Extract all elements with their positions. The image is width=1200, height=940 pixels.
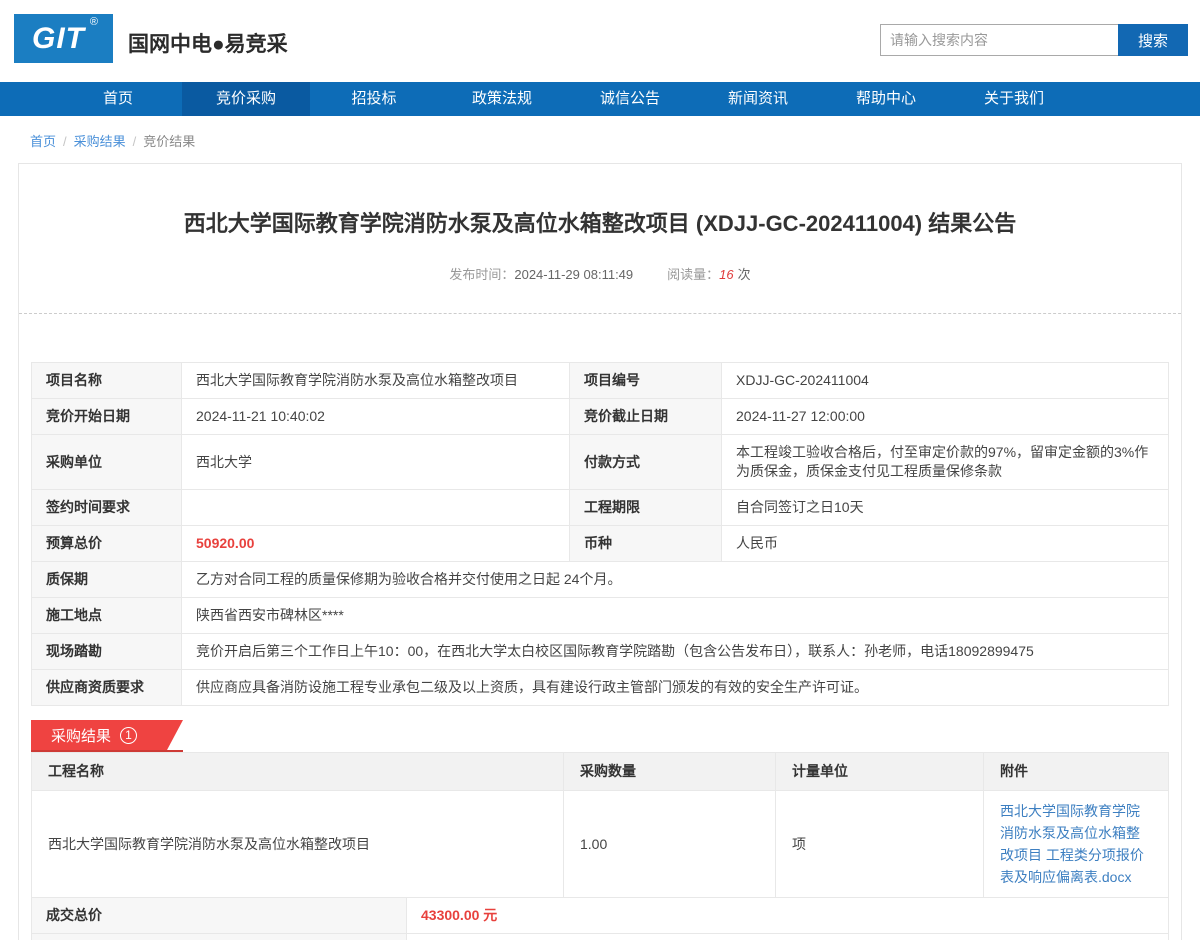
publish-time-value: 2024-11-29 08:11:49 bbox=[514, 267, 633, 282]
col-header-unit: 计量单位 bbox=[776, 753, 984, 791]
views-label: 阅读量： bbox=[667, 267, 719, 282]
table-row: 质保期 乙方对合同工程的质量保修期为验收合格并交付使用之日起 24个月。 bbox=[32, 562, 1169, 598]
row-label: 质保期 bbox=[32, 562, 182, 598]
supplier-value: 陕西基品电子科技有限公司 bbox=[407, 934, 1169, 940]
col-header-attachment: 附件 bbox=[984, 753, 1169, 791]
col-header-project-name: 工程名称 bbox=[32, 753, 564, 791]
result-quantity: 1.00 bbox=[564, 791, 776, 898]
result-badge: 采购结果 1 bbox=[31, 720, 183, 750]
nav-item-news[interactable]: 新闻资讯 bbox=[694, 82, 822, 116]
row-label: 签约时间要求 bbox=[32, 490, 182, 526]
nav-item-policy[interactable]: 政策法规 bbox=[438, 82, 566, 116]
row-label: 供应商资质要求 bbox=[32, 670, 182, 706]
row-label: 竞价截止日期 bbox=[570, 399, 722, 435]
divider bbox=[19, 313, 1181, 314]
row-label: 项目编号 bbox=[570, 363, 722, 399]
row-label: 付款方式 bbox=[570, 435, 722, 490]
result-totals-table: 成交总价 43300.00 元 成交供应商 陕西基品电子科技有限公司 bbox=[31, 897, 1169, 940]
table-header-row: 工程名称 采购数量 计量单位 附件 bbox=[32, 753, 1169, 791]
row-value: 2024-11-21 10:40:02 bbox=[182, 399, 570, 435]
breadcrumb-separator: / bbox=[63, 134, 67, 149]
row-value: 人民币 bbox=[722, 526, 1169, 562]
row-label: 币种 bbox=[570, 526, 722, 562]
breadcrumb-current: 竞价结果 bbox=[143, 134, 195, 149]
row-label: 竞价开始日期 bbox=[32, 399, 182, 435]
result-count-badge: 1 bbox=[120, 727, 137, 744]
nav-item-about[interactable]: 关于我们 bbox=[950, 82, 1078, 116]
row-label: 采购单位 bbox=[32, 435, 182, 490]
site-logo[interactable]: GIT® bbox=[14, 14, 113, 63]
nav-item-home[interactable]: 首页 bbox=[54, 82, 182, 116]
result-table-wrap: 工程名称 采购数量 计量单位 附件 西北大学国际教育学院消防水泵及高位水箱整改项… bbox=[31, 752, 1169, 940]
row-value: 西北大学国际教育学院消防水泵及高位水箱整改项目 bbox=[182, 363, 570, 399]
table-row: 采购单位 西北大学 付款方式 本工程竣工验收合格后，付至审定价款的97%，留审定… bbox=[32, 435, 1169, 490]
row-value: 陕西省西安市碑林区**** bbox=[182, 598, 1169, 634]
table-row: 项目名称 西北大学国际教育学院消防水泵及高位水箱整改项目 项目编号 XDJJ-G… bbox=[32, 363, 1169, 399]
table-row: 供应商资质要求 供应商应具备消防设施工程专业承包二级及以上资质，具有建设行政主管… bbox=[32, 670, 1169, 706]
nav-item-integrity[interactable]: 诚信公告 bbox=[566, 82, 694, 116]
main-nav: 首页 竞价采购 招投标 政策法规 诚信公告 新闻资讯 帮助中心 关于我们 bbox=[0, 82, 1200, 116]
nav-item-tender[interactable]: 招投标 bbox=[310, 82, 438, 116]
attachment-link[interactable]: 西北大学国际教育学院消防水泵及高位水箱整改项目 工程类分项报价表及响应偏离表.d… bbox=[1000, 800, 1152, 888]
col-header-quantity: 采购数量 bbox=[564, 753, 776, 791]
logo-git-text: GIT® bbox=[32, 22, 95, 56]
row-value bbox=[182, 490, 570, 526]
row-label: 现场踏勘 bbox=[32, 634, 182, 670]
breadcrumb-section-link[interactable]: 采购结果 bbox=[74, 134, 126, 149]
supplier-label: 成交供应商 bbox=[32, 934, 407, 940]
row-label: 施工地点 bbox=[32, 598, 182, 634]
table-row: 成交供应商 陕西基品电子科技有限公司 bbox=[32, 934, 1169, 940]
row-label: 预算总价 bbox=[32, 526, 182, 562]
total-price-label: 成交总价 bbox=[32, 898, 407, 934]
row-label: 项目名称 bbox=[32, 363, 182, 399]
views-count: 16 bbox=[719, 267, 733, 282]
row-value: XDJJ-GC-202411004 bbox=[722, 363, 1169, 399]
project-info-table-wrap: 项目名称 西北大学国际教育学院消防水泵及高位水箱整改项目 项目编号 XDJJ-G… bbox=[31, 362, 1169, 706]
row-label: 工程期限 bbox=[570, 490, 722, 526]
breadcrumb-home-link[interactable]: 首页 bbox=[30, 134, 56, 149]
row-value: 2024-11-27 12:00:00 bbox=[722, 399, 1169, 435]
breadcrumb: 首页 / 采购结果 / 竞价结果 bbox=[0, 116, 1200, 163]
table-row: 现场踏勘 竞价开启后第三个工作日上午10：00，在西北大学太白校区国际教育学院踏… bbox=[32, 634, 1169, 670]
result-section-header: 采购结果 1 bbox=[31, 720, 183, 752]
result-table: 工程名称 采购数量 计量单位 附件 西北大学国际教育学院消防水泵及高位水箱整改项… bbox=[31, 752, 1169, 898]
row-value: 供应商应具备消防设施工程专业承包二级及以上资质，具有建设行政主管部门颁发的有效的… bbox=[182, 670, 1169, 706]
result-project-name: 西北大学国际教育学院消防水泵及高位水箱整改项目 bbox=[32, 791, 564, 898]
breadcrumb-separator: / bbox=[133, 134, 137, 149]
table-row: 成交总价 43300.00 元 bbox=[32, 898, 1169, 934]
row-value: 乙方对合同工程的质量保修期为验收合格并交付使用之日起 24个月。 bbox=[182, 562, 1169, 598]
search-area: 搜索 bbox=[880, 24, 1188, 56]
result-unit: 项 bbox=[776, 791, 984, 898]
row-value: 竞价开启后第三个工作日上午10：00，在西北大学太白校区国际教育学院踏勘（包含公… bbox=[182, 634, 1169, 670]
publish-time-label: 发布时间： bbox=[449, 267, 514, 282]
search-button[interactable]: 搜索 bbox=[1118, 24, 1188, 56]
table-row: 西北大学国际教育学院消防水泵及高位水箱整改项目 1.00 项 西北大学国际教育学… bbox=[32, 791, 1169, 898]
nav-item-help[interactable]: 帮助中心 bbox=[822, 82, 950, 116]
total-price-value: 43300.00 元 bbox=[407, 898, 1169, 934]
site-header: GIT® 国网中电●易竞采 搜索 bbox=[0, 0, 1200, 82]
budget-total-value: 50920.00 bbox=[182, 526, 570, 562]
registered-trademark-icon: ® bbox=[90, 16, 99, 28]
table-row: 施工地点 陕西省西安市碑林区**** bbox=[32, 598, 1169, 634]
views-unit: 次 bbox=[738, 267, 751, 282]
table-row: 预算总价 50920.00 币种 人民币 bbox=[32, 526, 1169, 562]
article-meta: 发布时间：2024-11-29 08:11:49 阅读量：16 次 bbox=[19, 264, 1181, 283]
page-title: 西北大学国际教育学院消防水泵及高位水箱整改项目 (XDJJ-GC-2024110… bbox=[19, 164, 1181, 238]
row-value: 自合同签订之日10天 bbox=[722, 490, 1169, 526]
table-row: 签约时间要求 工程期限 自合同签订之日10天 bbox=[32, 490, 1169, 526]
nav-item-bidding-purchase[interactable]: 竞价采购 bbox=[182, 82, 310, 116]
content-card: 西北大学国际教育学院消防水泵及高位水箱整改项目 (XDJJ-GC-2024110… bbox=[18, 163, 1182, 940]
brand-name: 国网中电●易竞采 bbox=[128, 28, 288, 58]
search-input[interactable] bbox=[880, 24, 1118, 56]
project-info-table: 项目名称 西北大学国际教育学院消防水泵及高位水箱整改项目 项目编号 XDJJ-G… bbox=[31, 362, 1169, 706]
table-row: 竞价开始日期 2024-11-21 10:40:02 竞价截止日期 2024-1… bbox=[32, 399, 1169, 435]
result-badge-label: 采购结果 bbox=[51, 725, 111, 746]
row-value: 本工程竣工验收合格后，付至审定价款的97%，留审定金额的3%作为质保金，质保金支… bbox=[722, 435, 1169, 490]
row-value: 西北大学 bbox=[182, 435, 570, 490]
